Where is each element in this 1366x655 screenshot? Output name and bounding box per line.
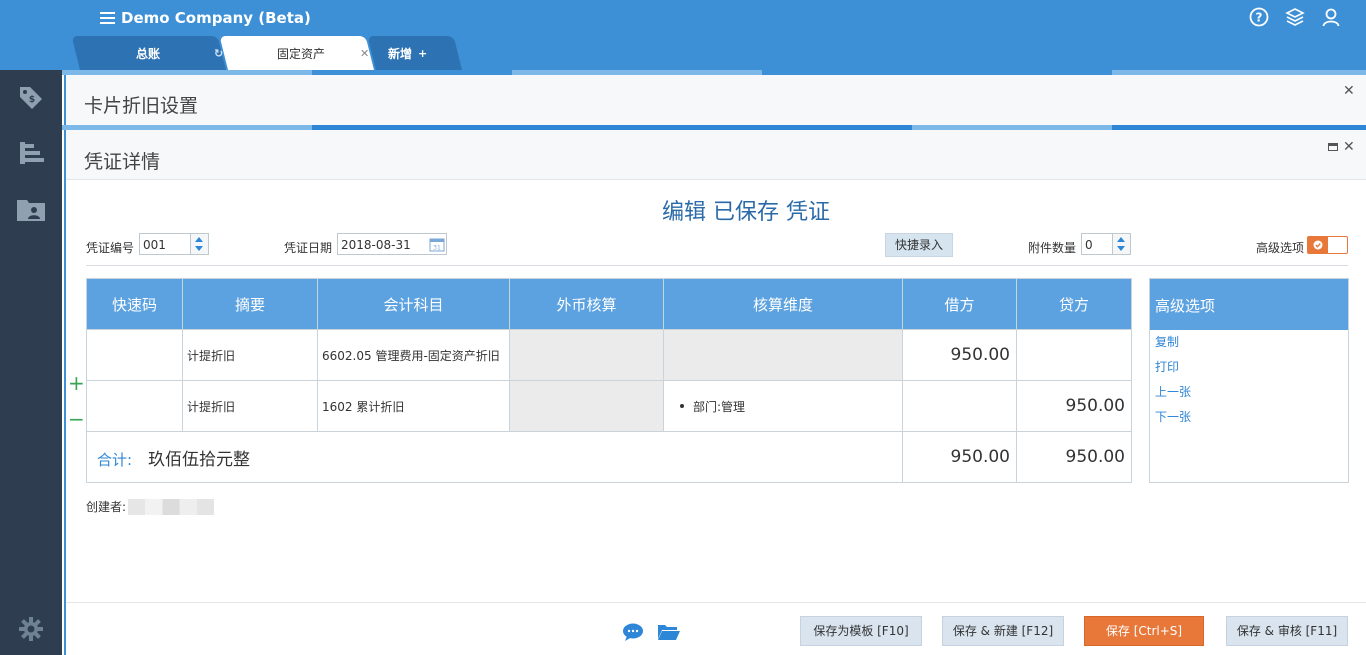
chart-bars-icon[interactable] xyxy=(14,136,48,170)
table-row: 计提折旧 6602.05 管理费用-固定资产折旧 950.00 xyxy=(86,329,1132,381)
company-name: Demo Company (Beta) xyxy=(121,9,311,27)
layers-icon[interactable] xyxy=(1284,6,1306,28)
previous-link[interactable]: 上一张 xyxy=(1150,380,1348,405)
help-icon[interactable]: ? xyxy=(1248,6,1270,28)
voucher-panel-header: 凭证详情 ✕ xyxy=(66,130,1366,180)
col-quick-code: 快速码 xyxy=(86,278,183,330)
save-as-template-button[interactable]: 保存为模板 [F10] xyxy=(800,616,922,646)
back-panel-title: 卡片折旧设置 xyxy=(84,95,199,117)
col-credit: 贷方 xyxy=(1016,278,1132,330)
sidebar: $ xyxy=(0,70,62,655)
dimension-item: 部门:管理 xyxy=(668,398,898,415)
voucher-number-stepper[interactable] xyxy=(191,233,209,255)
advanced-options-label: 高级选项 xyxy=(1256,241,1305,255)
folder-open-icon[interactable] xyxy=(657,622,681,642)
total-credit: 950.00 xyxy=(1016,431,1132,483)
copy-link[interactable]: 复制 xyxy=(1150,330,1348,355)
footer-divider xyxy=(66,602,1366,603)
total-in-words: 玖佰伍拾元整 xyxy=(148,449,251,470)
cell-account[interactable]: 1602 累计折旧 xyxy=(317,380,510,432)
save-and-audit-button[interactable]: 保存 & 审核 [F11] xyxy=(1226,616,1348,646)
cell-debit[interactable]: 950.00 xyxy=(902,329,1017,381)
attachment-count-label: 附件数量 xyxy=(1028,241,1077,255)
total-cell: 合计: 玖佰伍拾元整 xyxy=(86,431,903,483)
check-icon xyxy=(1308,237,1328,253)
save-button[interactable]: 保存 [Ctrl+S] xyxy=(1084,616,1204,646)
comment-icon[interactable] xyxy=(622,622,646,642)
tab-general-ledger[interactable]: 总账 ↻ xyxy=(71,36,226,70)
table-header-row: 快速码 摘要 会计科目 外币核算 核算维度 借方 贷方 xyxy=(86,278,1132,330)
total-debit: 950.00 xyxy=(902,431,1017,483)
cell-foreign-currency xyxy=(509,329,664,381)
cell-credit[interactable] xyxy=(1016,329,1132,381)
maximize-icon[interactable] xyxy=(1328,143,1338,151)
voucher-number-input[interactable]: 001 xyxy=(139,233,191,255)
print-link[interactable]: 打印 xyxy=(1150,355,1348,380)
plus-icon[interactable]: + xyxy=(418,47,427,60)
creator-info: 创建者: xyxy=(86,498,215,515)
advanced-options-toggle[interactable] xyxy=(1307,236,1348,254)
cell-summary[interactable]: 计提折旧 xyxy=(182,380,318,432)
close-icon[interactable]: ✕ xyxy=(1343,139,1355,155)
cell-dimension[interactable]: 部门:管理 xyxy=(663,380,903,432)
add-row-icon[interactable]: + xyxy=(68,373,85,393)
tab-fixed-assets[interactable]: 固定资产 ✕ xyxy=(219,36,374,70)
cell-summary[interactable]: 计提折旧 xyxy=(182,329,318,381)
next-link[interactable]: 下一张 xyxy=(1150,405,1348,430)
cell-dimension xyxy=(663,329,903,381)
cell-debit[interactable] xyxy=(902,380,1017,432)
creator-name-redacted xyxy=(128,498,215,515)
voucher-table: 快速码 摘要 会计科目 外币核算 核算维度 借方 贷方 计提折旧 6602.05… xyxy=(86,278,1132,483)
voucher-number-label: 凭证编号 xyxy=(86,241,135,255)
svg-text:?: ? xyxy=(1256,11,1263,25)
col-account: 会计科目 xyxy=(317,278,510,330)
creator-label: 创建者: xyxy=(86,500,127,514)
cell-account[interactable]: 6602.05 管理费用-固定资产折旧 xyxy=(317,329,510,381)
gear-icon[interactable] xyxy=(14,612,48,646)
total-label: 合计: xyxy=(97,450,133,469)
voucher-fields: 凭证编号 001 凭证日期 2018-08-31 31 快捷录入 附件数量 0 … xyxy=(86,233,1348,257)
tab-new[interactable]: 新增 + xyxy=(367,36,462,70)
total-row: 合计: 玖佰伍拾元整 950.00 950.00 xyxy=(86,431,1132,483)
remove-row-icon[interactable]: − xyxy=(68,409,85,429)
hamburger-icon[interactable] xyxy=(100,12,115,24)
quick-entry-button[interactable]: 快捷录入 xyxy=(885,233,953,257)
cell-foreign-currency xyxy=(509,380,664,432)
advanced-options-panel: 高级选项 复制 打印 上一张 下一张 xyxy=(1149,278,1349,483)
user-icon[interactable] xyxy=(1320,6,1342,28)
cell-quick-code[interactable] xyxy=(86,380,183,432)
voucher-heading: 编辑 已保存 凭证 xyxy=(662,200,830,225)
attachment-count-stepper[interactable] xyxy=(1113,233,1131,255)
svg-text:31: 31 xyxy=(433,245,441,252)
col-foreign-currency: 外币核算 xyxy=(509,278,664,330)
folder-user-icon[interactable] xyxy=(14,192,48,226)
table-row: 计提折旧 1602 累计折旧 部门:管理 950.00 xyxy=(86,380,1132,432)
tag-icon[interactable]: $ xyxy=(14,80,48,114)
close-icon[interactable]: ✕ xyxy=(360,47,369,60)
calendar-icon[interactable]: 31 xyxy=(429,236,445,255)
back-panel: 卡片折旧设置 ✕ xyxy=(64,75,1366,125)
col-debit: 借方 xyxy=(902,278,1017,330)
cell-credit[interactable]: 950.00 xyxy=(1016,380,1132,432)
col-dimension: 核算维度 xyxy=(663,278,903,330)
col-summary: 摘要 xyxy=(182,278,318,330)
close-icon[interactable]: ✕ xyxy=(1343,83,1355,99)
tab-bar: 总账 ↻ 固定资产 ✕ 新增 + xyxy=(71,36,464,70)
voucher-panel: 凭证详情 ✕ 编辑 已保存 凭证 凭证编号 001 凭证日期 2018-08-3… xyxy=(64,130,1366,655)
top-bar: Demo Company (Beta) ? 总账 ↻ 固定资产 ✕ 新增 + xyxy=(0,0,1366,70)
cell-quick-code[interactable] xyxy=(86,329,183,381)
svg-text:$: $ xyxy=(29,95,35,105)
save-and-new-button[interactable]: 保存 & 新建 [F12] xyxy=(942,616,1064,646)
voucher-date-label: 凭证日期 xyxy=(284,241,333,255)
advanced-options-title: 高级选项 xyxy=(1150,279,1348,330)
company-menu[interactable]: Demo Company (Beta) xyxy=(100,8,311,28)
divider xyxy=(86,265,1348,266)
attachment-count-input[interactable]: 0 xyxy=(1081,233,1113,255)
panel-title: 凭证详情 xyxy=(84,151,161,173)
